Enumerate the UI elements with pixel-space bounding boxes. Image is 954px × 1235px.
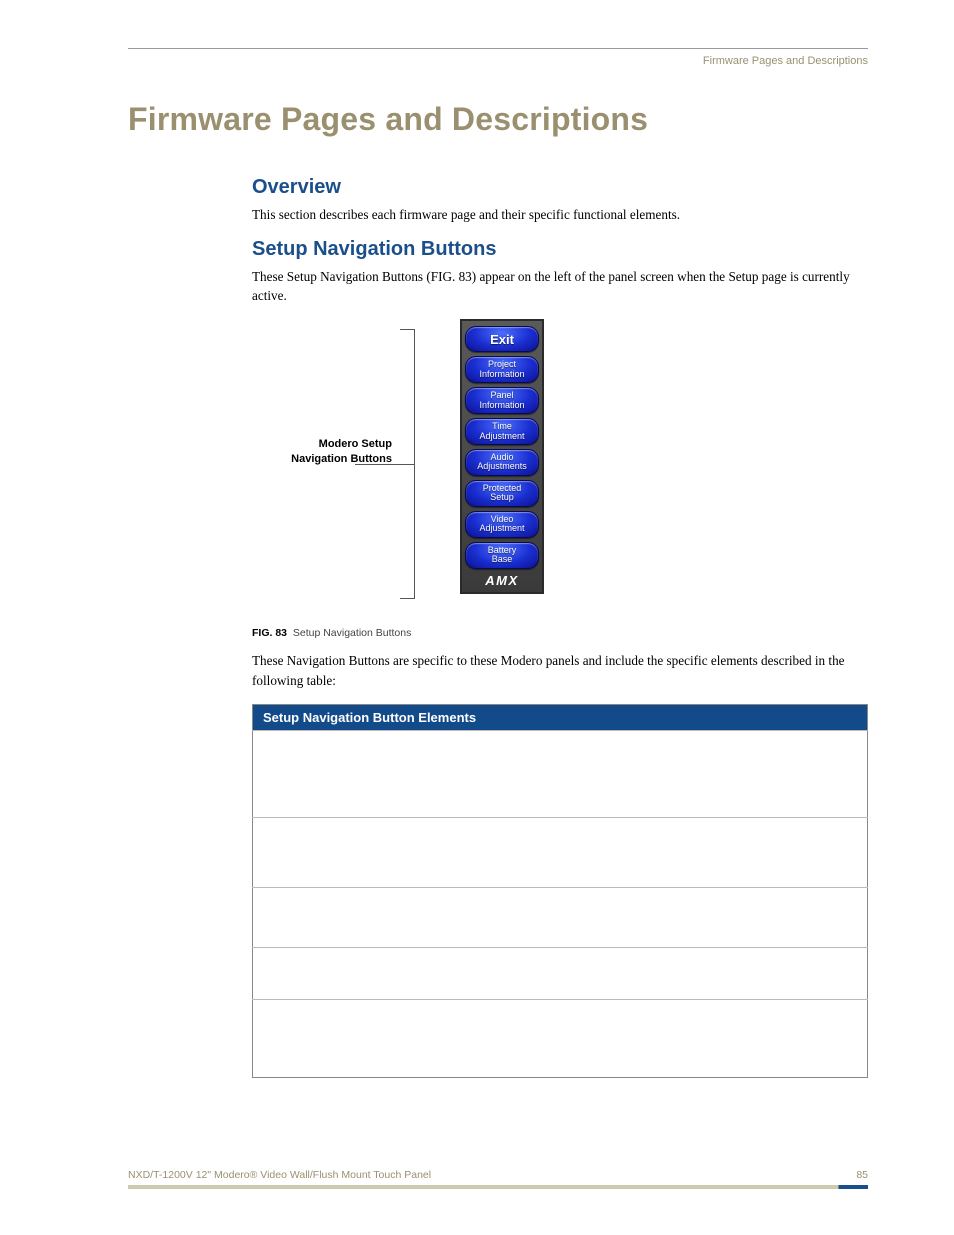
nav-panel: Exit Project Information Panel Informati… <box>460 319 544 593</box>
table-row <box>253 947 868 999</box>
nav-button-panel-information[interactable]: Panel Information <box>465 387 539 414</box>
table-row <box>253 730 868 817</box>
overview-body: This section describes each firmware pag… <box>252 205 868 224</box>
nav-button-protected-setup[interactable]: Protected Setup <box>465 480 539 507</box>
table-row <box>253 817 868 887</box>
nav-button-project-information[interactable]: Project Information <box>465 356 539 383</box>
elements-table: Setup Navigation Button Elements <box>252 704 868 1078</box>
figure-83: Modero Setup Navigation Buttons Exit Pro… <box>252 319 868 619</box>
nav-button-audio-adjustments[interactable]: Audio Adjustments <box>465 449 539 476</box>
top-divider <box>128 48 868 49</box>
bracket-icon <box>400 329 414 599</box>
heading-setup-nav: Setup Navigation Buttons <box>252 238 868 261</box>
nav-button-time-adjustment[interactable]: Time Adjustment <box>465 418 539 445</box>
heading-overview: Overview <box>252 176 868 199</box>
figure-caption-text: Setup Navigation Buttons <box>293 627 412 639</box>
amx-logo: AMX <box>465 573 539 589</box>
figure-side-label: Modero Setup Navigation Buttons <box>252 437 392 467</box>
setup-nav-body2: These Navigation Buttons are specific to… <box>252 651 868 689</box>
table-header: Setup Navigation Button Elements <box>253 704 868 730</box>
nav-button-exit[interactable]: Exit <box>465 326 539 352</box>
figure-caption: FIG. 83 Setup Navigation Buttons <box>252 627 868 639</box>
page-number: 85 <box>856 1169 868 1181</box>
footer-rule <box>128 1185 868 1189</box>
nav-button-video-adjustment[interactable]: Video Adjustment <box>465 511 539 538</box>
setup-nav-body1: These Setup Navigation Buttons (FIG. 83)… <box>252 267 868 305</box>
running-header: Firmware Pages and Descriptions <box>128 55 868 67</box>
footer-doc-title: NXD/T-1200V 12" Modero® Video Wall/Flush… <box>128 1169 431 1181</box>
table-row <box>253 999 868 1077</box>
page-title: Firmware Pages and Descriptions <box>128 101 868 138</box>
nav-button-battery-base[interactable]: Battery Base <box>465 542 539 569</box>
footer: NXD/T-1200V 12" Modero® Video Wall/Flush… <box>128 1169 868 1181</box>
figure-caption-number: FIG. 83 <box>252 627 287 639</box>
table-row <box>253 887 868 947</box>
